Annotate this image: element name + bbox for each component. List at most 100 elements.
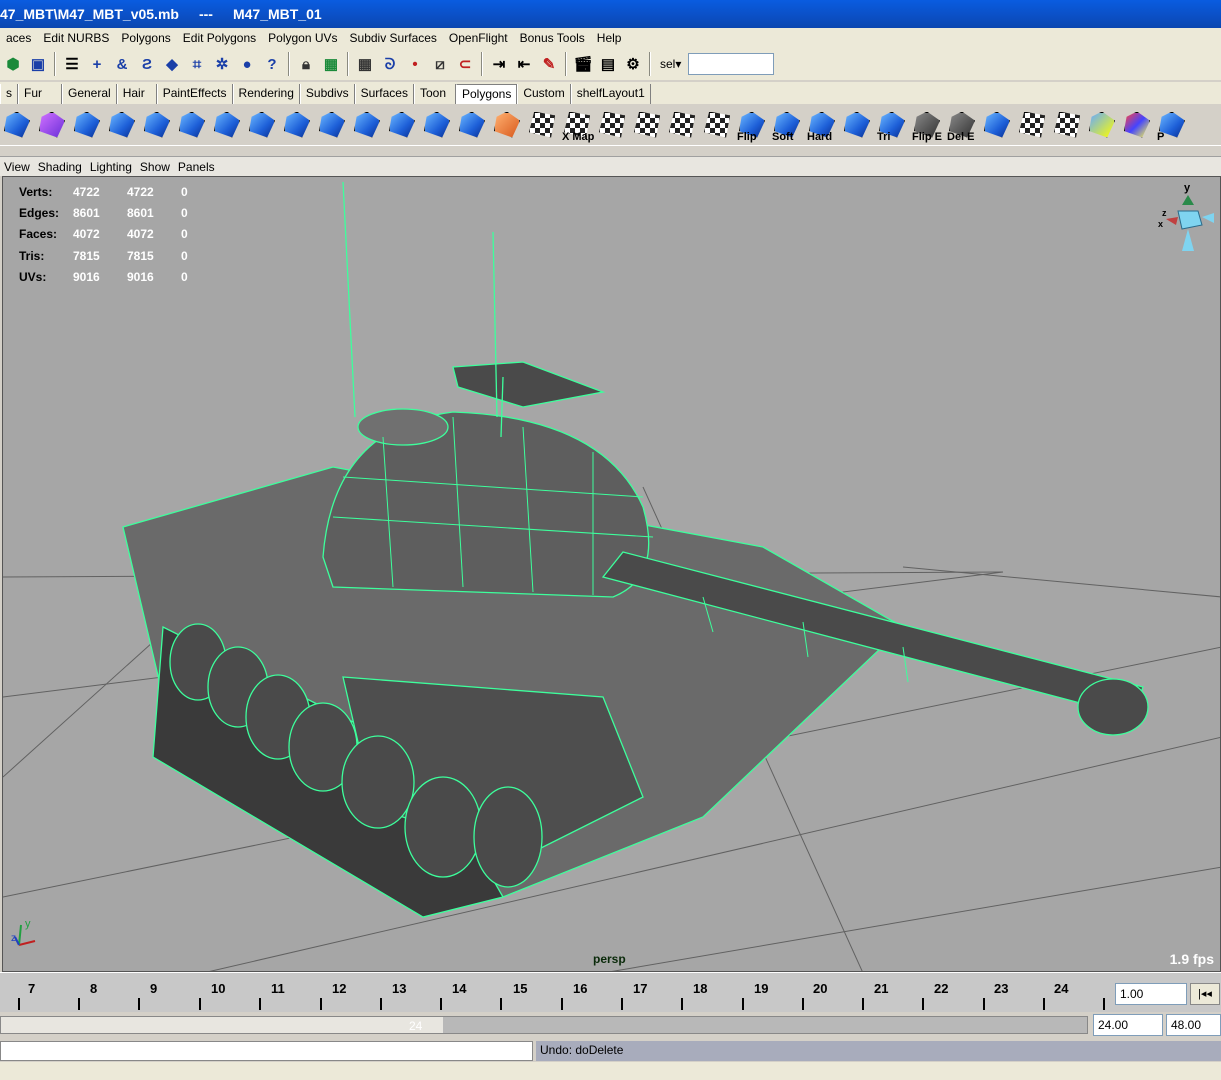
subdivide-icon[interactable] — [420, 107, 454, 143]
shelf-tab-polygons[interactable]: Polygons — [455, 84, 518, 104]
panel-menu-shading[interactable]: Shading — [34, 160, 86, 174]
quick-selection-field[interactable] — [688, 53, 775, 75]
render-globals-icon[interactable]: ⚙ — [622, 53, 644, 75]
time-tick-9: 9 — [150, 981, 158, 996]
menu-surfaces[interactable]: aces — [0, 31, 37, 45]
help-question-icon[interactable]: ? — [261, 53, 283, 75]
paint-select-icon[interactable]: • — [404, 53, 426, 75]
shelf-tab-general[interactable]: General — [62, 84, 117, 104]
poly-cube-icon[interactable] — [0, 107, 34, 143]
history-icon[interactable]: ✲ — [211, 53, 233, 75]
output-ops-icon[interactable]: ⇤ — [513, 53, 535, 75]
make-live-icon[interactable]: ⌗ — [186, 53, 208, 75]
snap-point-icon[interactable]: Ƨ — [136, 53, 158, 75]
menu-polygons[interactable]: Polygons — [115, 31, 176, 45]
menu-polygon-uvs[interactable]: Polygon UVs — [262, 31, 343, 45]
menu-subdiv-surfaces[interactable]: Subdiv Surfaces — [344, 31, 443, 45]
select-hierarchy-icon[interactable]: ⬢ — [2, 53, 24, 75]
flip-edge-icon[interactable]: Flip E — [910, 107, 944, 143]
shelf-tab-custom[interactable]: Custom — [517, 84, 571, 104]
move-component-icon[interactable] — [490, 107, 524, 143]
shelf-tab-hair[interactable]: Hair — [116, 84, 157, 104]
view-cube-icon[interactable]: y z x — [1158, 181, 1218, 261]
combine-icon[interactable] — [315, 107, 349, 143]
shelf-tab-rendering[interactable]: Rendering — [232, 84, 300, 104]
shelf-tab-surfaces[interactable]: Surfaces — [354, 84, 414, 104]
grid-toggle-icon[interactable]: ▦ — [354, 53, 376, 75]
texture-editor-icon[interactable] — [1120, 107, 1154, 143]
magnet-icon[interactable]: ⊂ — [454, 53, 476, 75]
ipr-render-icon[interactable]: ▤ — [597, 53, 619, 75]
reverse-icon[interactable] — [840, 107, 874, 143]
extrude-face-icon[interactable] — [105, 107, 139, 143]
render-globe-icon[interactable]: ● — [236, 53, 258, 75]
perspective-viewport[interactable]: Verts: 4722 4722 0 Edges: 8601 8601 0 Fa… — [2, 176, 1221, 972]
quick-selection-label[interactable]: sel▾ — [660, 57, 681, 71]
uv-cylindrical-icon[interactable] — [630, 107, 664, 143]
uv-checker-icon[interactable] — [525, 107, 559, 143]
uv-snapshot-icon[interactable] — [1085, 107, 1119, 143]
smooth-icon[interactable] — [385, 107, 419, 143]
triangulate-icon[interactable]: Tri — [875, 107, 909, 143]
current-time-field[interactable]: 1.00 — [1115, 983, 1187, 1005]
range-slider-handle[interactable]: 24 — [1, 1017, 443, 1033]
shelf-tab-toon[interactable]: Toon — [413, 84, 456, 104]
bevel-icon[interactable] — [210, 107, 244, 143]
flip-normals-icon[interactable]: Flip — [735, 107, 769, 143]
panel-menu-lighting[interactable]: Lighting — [86, 160, 136, 174]
snap-grid-icon[interactable]: + — [86, 53, 108, 75]
lock-icon[interactable]: 🔒︎ — [295, 53, 317, 75]
uv-auto-icon[interactable] — [700, 107, 734, 143]
range-slider[interactable]: 24 — [0, 1016, 1088, 1034]
x-map-icon[interactable]: X Map — [560, 107, 594, 143]
playback-end-field[interactable]: 48.00 — [1166, 1014, 1221, 1036]
poly-quad-icon[interactable] — [980, 107, 1014, 143]
select-object-icon[interactable]: ▣ — [27, 53, 49, 75]
poly-p-icon[interactable]: P — [1155, 107, 1189, 143]
time-slider[interactable]: 7 8 9 10 11 12 13 14 15 16 17 18 19 20 2… — [0, 972, 1221, 1012]
uv-planar-icon[interactable] — [595, 107, 629, 143]
extrude-edge-icon[interactable] — [140, 107, 174, 143]
snap-curve-icon[interactable]: & — [111, 53, 133, 75]
append-poly-icon[interactable] — [245, 107, 279, 143]
menu-edit-polygons[interactable]: Edit Polygons — [177, 31, 262, 45]
menu-edit-nurbs[interactable]: Edit NURBS — [37, 31, 115, 45]
soft-select-icon[interactable]: ⧄ — [429, 53, 451, 75]
shelf-tab-shelflayout1[interactable]: shelfLayout1 — [570, 84, 651, 104]
shelf-tab-fur[interactable]: Fur — [18, 84, 62, 104]
render-frame-icon[interactable]: 🎬︎ — [572, 53, 594, 75]
shelf-tab-subdivs[interactable]: Subdivs — [299, 84, 355, 104]
panel-menu-show[interactable]: Show — [136, 160, 174, 174]
menu-openflight[interactable]: OpenFlight — [443, 31, 514, 45]
soften-edge-icon[interactable]: Soft — [770, 107, 804, 143]
shelf-tab-painteffects[interactable]: PaintEffects — [156, 84, 233, 104]
split-poly-icon[interactable] — [175, 107, 209, 143]
poly-cube-wire-icon[interactable] — [35, 107, 69, 143]
snap-view-plane-icon[interactable]: ◆ — [161, 53, 183, 75]
tank-model-wireframe[interactable] — [3, 177, 1221, 972]
uv-spherical-icon[interactable] — [665, 107, 699, 143]
menu-bonus-tools[interactable]: Bonus Tools — [514, 31, 591, 45]
shelf-tab-s[interactable]: s — [0, 84, 18, 104]
menu-help[interactable]: Help — [591, 31, 628, 45]
mirror-icon[interactable] — [455, 107, 489, 143]
panel-menu-view[interactable]: View — [0, 160, 34, 174]
range-end-field[interactable]: 24.00 — [1093, 1014, 1163, 1036]
snap-menu-icon[interactable]: ☰ — [61, 53, 83, 75]
uv-layout-icon[interactable] — [1015, 107, 1049, 143]
time-tick-mark — [862, 998, 864, 1010]
harden-edge-icon[interactable]: Hard — [805, 107, 839, 143]
input-ops-icon[interactable]: ⇥ — [488, 53, 510, 75]
toolbar-separator — [481, 52, 483, 76]
construction-history-icon[interactable]: ✎ — [538, 53, 560, 75]
uv-unfold-icon[interactable] — [1050, 107, 1084, 143]
poly-plane-icon[interactable] — [70, 107, 104, 143]
command-line-input[interactable] — [0, 1041, 533, 1061]
merge-vertex-icon[interactable] — [280, 107, 314, 143]
go-to-start-button[interactable]: |◂◂ — [1190, 983, 1220, 1005]
delete-edge-icon[interactable]: Del E — [945, 107, 979, 143]
panel-menu-panels[interactable]: Panels — [174, 160, 219, 174]
lasso-icon[interactable]: ᘐ — [379, 53, 401, 75]
separate-icon[interactable] — [350, 107, 384, 143]
select-highlight-icon[interactable]: ▦ — [320, 53, 342, 75]
